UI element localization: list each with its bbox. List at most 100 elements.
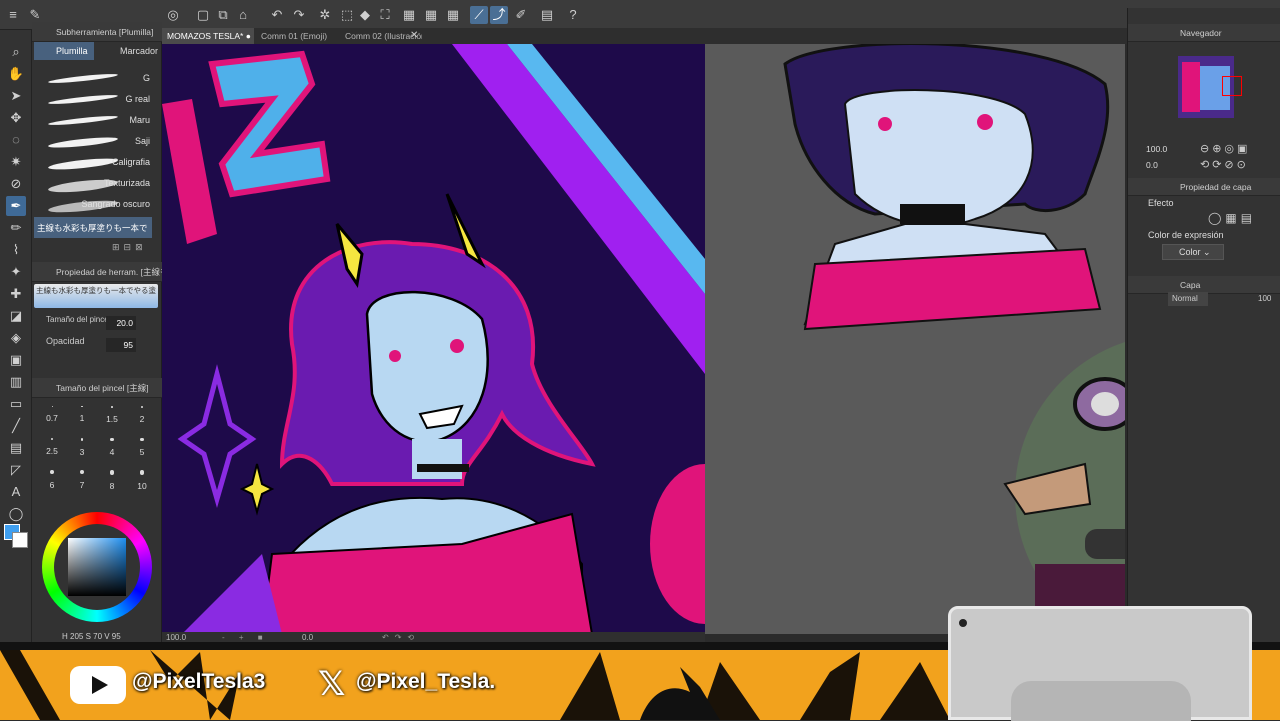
brush-size-option[interactable]: 6 [38, 470, 66, 490]
open-icon[interactable]: ⧉ [214, 6, 232, 24]
navigator-angle[interactable]: 0.0 [1146, 160, 1158, 170]
stroke-icon[interactable]: ⟋ [470, 6, 488, 24]
brush-size-option[interactable]: 8 [98, 470, 126, 491]
size-value: 20.0 [116, 318, 133, 328]
snap-grid-icon[interactable]: ▦ [444, 6, 462, 24]
hand-icon[interactable]: ✋ [6, 64, 26, 84]
close-tab-icon[interactable]: ✕ [410, 28, 418, 44]
tab-comm-01[interactable]: Comm 01 (Emoji) [256, 28, 338, 44]
move-icon[interactable]: ✥ [6, 108, 26, 128]
fill-tool-icon[interactable]: ▣ [6, 350, 26, 370]
size-field[interactable]: 20.0 [106, 316, 136, 330]
brush-size-label: 6 [49, 479, 55, 490]
brush-size-option[interactable]: 7 [68, 470, 96, 490]
stroke-alt-icon[interactable]: ⤴ [490, 6, 508, 24]
tab-marcador[interactable]: Marcador [98, 42, 162, 60]
opacity-field[interactable]: 95 [106, 338, 136, 352]
navigator-thumbnail[interactable] [1178, 56, 1242, 118]
size-dot [140, 438, 144, 442]
decoration-icon[interactable]: ✚ [6, 284, 26, 304]
brush-size-option[interactable]: 2.5 [38, 438, 66, 456]
pencil-icon[interactable]: ✏ [6, 218, 26, 238]
navigator-title: Navegador [1180, 28, 1222, 38]
effect-buttons[interactable]: ◯▦▤ [1208, 211, 1256, 225]
size-dot [109, 470, 115, 475]
fill-icon[interactable]: ◆ [356, 6, 374, 24]
brush-name: Texturizada [103, 178, 150, 188]
new-icon[interactable]: ▢ [194, 6, 212, 24]
snap-special-icon[interactable]: ▦ [422, 6, 440, 24]
balloon-icon[interactable]: ◯ [6, 504, 26, 524]
ruler-tool-icon[interactable]: ◸ [6, 460, 26, 480]
frame-icon[interactable]: ▤ [6, 438, 26, 458]
brush-preview-label: 主線も水彩も厚塗りも一本でやる塗れるの [36, 286, 156, 295]
lasso-icon[interactable]: ◌ [6, 130, 26, 150]
brush-size-option[interactable]: 5 [128, 438, 156, 457]
brush-size-option[interactable]: 1 [68, 406, 96, 423]
brush-item-g-real[interactable]: G real [34, 89, 152, 110]
clear-icon[interactable]: ⬚ [338, 6, 356, 24]
gradient-icon[interactable]: ▥ [6, 372, 26, 392]
airbrush-icon[interactable]: ✦ [6, 262, 26, 282]
pen-tool-icon[interactable]: ✒ [6, 196, 26, 216]
brush-size-option[interactable]: 1.5 [98, 406, 126, 424]
opacity-label: Opacidad [46, 336, 85, 346]
brush-name: Maru [129, 115, 150, 125]
brush-item-selected[interactable]: 主線も水彩も厚塗りも一本で [34, 217, 152, 238]
app-icon[interactable]: ◎ [164, 6, 182, 24]
brush-item-saji[interactable]: Saji [34, 131, 152, 152]
figure-icon[interactable]: ▭ [6, 394, 26, 414]
size-dot [79, 470, 85, 475]
brush-size-option[interactable]: 4 [98, 438, 126, 457]
color-wheel[interactable] [42, 512, 152, 622]
pen-icon[interactable]: ✐ [512, 6, 530, 24]
menu-icon[interactable]: ≡ [4, 6, 22, 24]
navigator-header: Navegador [1128, 24, 1280, 42]
brush-item-caligrafia[interactable]: Caligrafia [34, 152, 152, 173]
transform-icon[interactable]: ⛶ [376, 6, 394, 24]
brush-item-g[interactable]: G [34, 68, 152, 89]
redo-icon[interactable]: ↷ [290, 6, 308, 24]
color-square[interactable] [68, 538, 126, 596]
blend-icon[interactable]: ◈ [6, 328, 26, 348]
expression-color-select[interactable]: Color ⌄ [1162, 244, 1224, 260]
magic-wand-icon[interactable]: ✷ [6, 152, 26, 172]
brush-item-maru[interactable]: Maru [34, 110, 152, 131]
brush-size-option[interactable]: 3 [68, 438, 96, 457]
reference-view[interactable] [705, 44, 1125, 634]
opacity-value: 95 [123, 340, 133, 350]
brush-tool-icon[interactable]: ⌇ [6, 240, 26, 260]
line-icon[interactable]: ╱ [6, 416, 26, 436]
tab-plumilla[interactable]: Plumilla [34, 42, 94, 60]
navigator-zoom-buttons[interactable]: ⊖⊕◎▣ [1200, 142, 1250, 155]
brush-item-sangrado-oscuro[interactable]: Sangrado oscuro [34, 194, 152, 215]
brush-size-option[interactable]: 10 [128, 470, 156, 491]
navigator-zoom[interactable]: 100.0 [1146, 144, 1167, 154]
layer-opacity[interactable]: 100 [1258, 294, 1271, 303]
snap-ruler-icon[interactable]: ▦ [400, 6, 418, 24]
brush-size-option[interactable]: 2 [128, 406, 156, 424]
operation-icon[interactable]: ➤ [6, 86, 26, 106]
navigator-rotate-buttons[interactable]: ⟲⟳⊘⊙ [1200, 158, 1249, 171]
drawing-canvas[interactable] [162, 44, 705, 634]
help-icon[interactable]: ? [564, 6, 582, 24]
zoom-icon[interactable]: ⌕ [6, 42, 26, 62]
blend-mode-select[interactable]: Normal [1168, 292, 1208, 306]
sync-icon[interactable]: ▤ [538, 6, 556, 24]
x-logo-icon: 𝕏 [318, 665, 346, 703]
text-icon[interactable]: A [6, 482, 26, 502]
save-icon[interactable]: ⌂ [234, 6, 252, 24]
subtool-panel: Subherramienta [Plumilla] Plumilla Marca… [32, 22, 162, 642]
size-dot [80, 438, 84, 441]
eraser-icon[interactable]: ◪ [6, 306, 26, 326]
canvas-artwork [162, 44, 705, 634]
brush-size-option[interactable]: 0.7 [38, 406, 66, 423]
sub-color-swatch[interactable] [12, 532, 28, 548]
tab-momazos-tesla[interactable]: MOMAZOS TESLA* ● [162, 28, 254, 44]
loading-icon[interactable]: ✲ [316, 6, 334, 24]
subtool-panel-buttons[interactable]: ⊞⊟⊠ [112, 242, 160, 256]
brush-item-texturizada[interactable]: Texturizada [34, 173, 152, 195]
eyedropper-icon[interactable]: ⊘ [6, 174, 26, 194]
undo-icon[interactable]: ↶ [268, 6, 286, 24]
brush-size-label: 3 [79, 446, 85, 457]
